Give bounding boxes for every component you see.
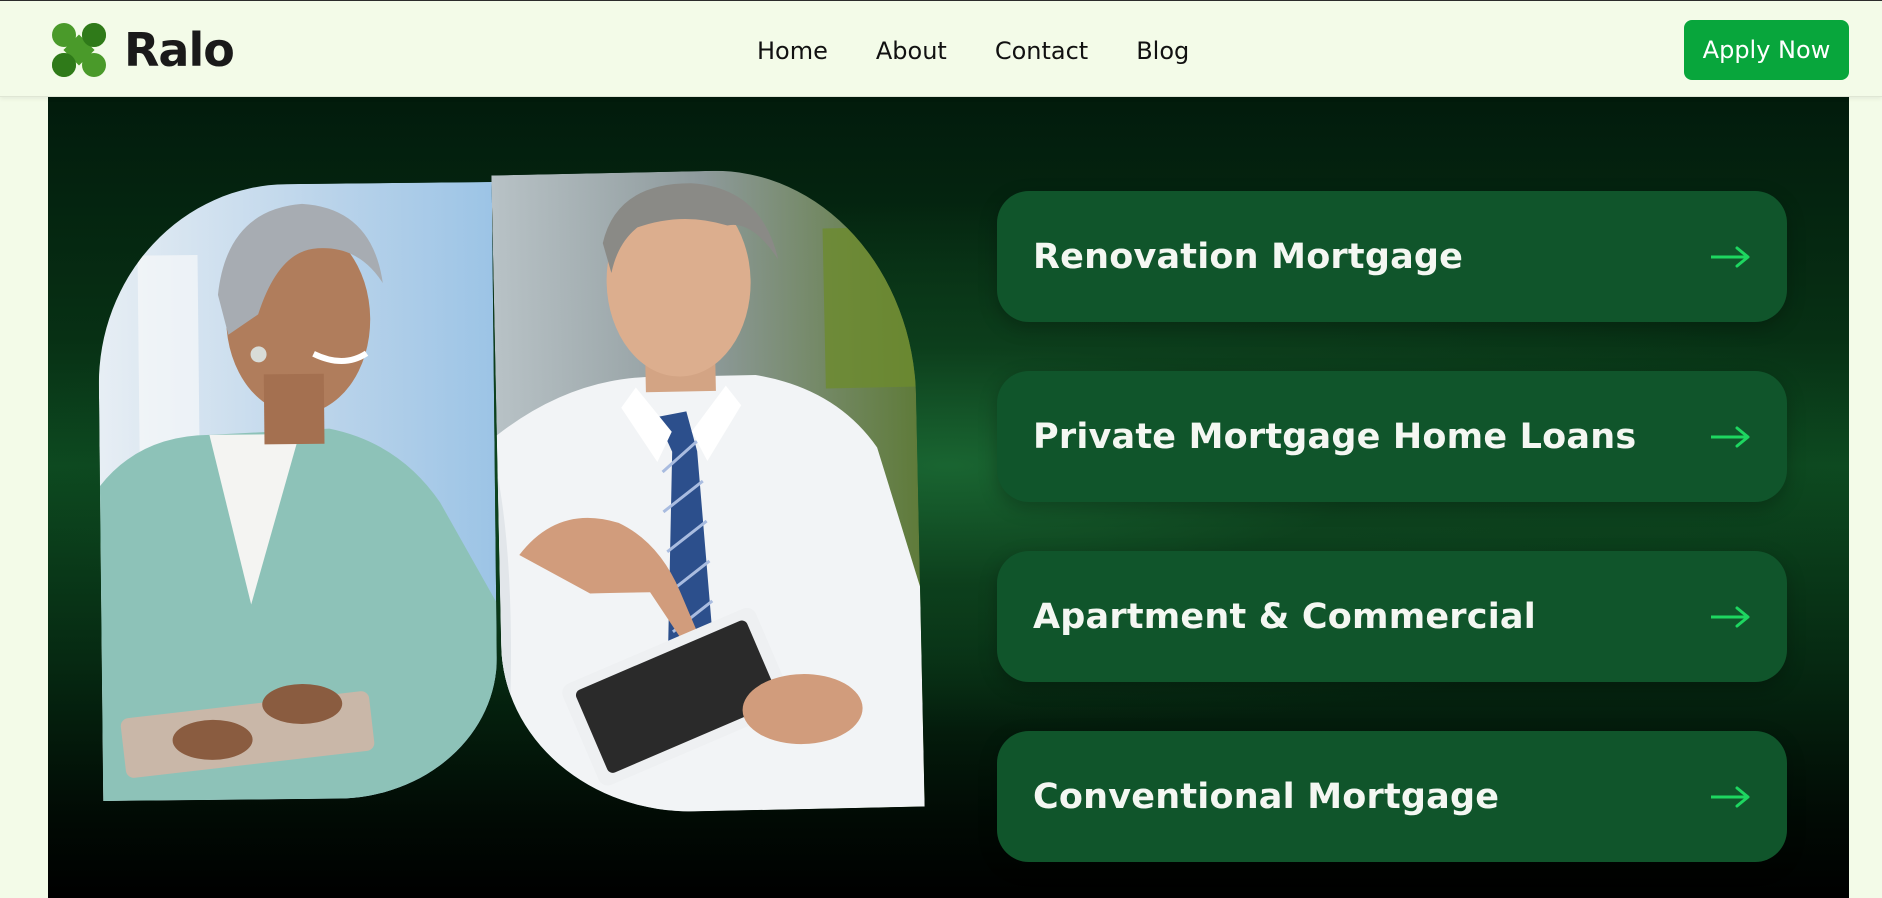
photo-woman bbox=[96, 181, 499, 802]
clover-logo-icon bbox=[52, 23, 106, 77]
service-card-conventional-mortgage[interactable]: Conventional Mortgage bbox=[997, 731, 1787, 862]
service-title: Renovation Mortgage bbox=[1033, 236, 1464, 277]
service-card-renovation-mortgage[interactable]: Renovation Mortgage bbox=[997, 191, 1787, 322]
nav-link-contact[interactable]: Contact bbox=[995, 34, 1088, 68]
main-nav: Home About Contact Blog bbox=[757, 34, 1189, 68]
service-title: Private Mortgage Home Loans bbox=[1033, 416, 1637, 457]
nav-link-about[interactable]: About bbox=[876, 34, 947, 68]
service-title: Apartment & Commercial bbox=[1033, 596, 1536, 637]
nav-link-home[interactable]: Home bbox=[757, 34, 828, 68]
brand-logo[interactable]: Ralo bbox=[48, 19, 235, 81]
site-header: Ralo Home About Contact Blog Apply Now bbox=[0, 0, 1882, 97]
arrow-right-icon bbox=[1711, 246, 1750, 267]
arrow-right-icon bbox=[1711, 606, 1750, 627]
nav-link-blog[interactable]: Blog bbox=[1136, 34, 1189, 68]
apply-now-button[interactable]: Apply Now bbox=[1684, 20, 1849, 80]
arrow-right-icon bbox=[1711, 786, 1750, 807]
service-card-apartment-commercial[interactable]: Apartment & Commercial bbox=[997, 551, 1787, 682]
hero-section: Renovation Mortgage Private Mortgage Hom… bbox=[48, 97, 1849, 898]
service-card-private-mortgage-home-loans[interactable]: Private Mortgage Home Loans bbox=[997, 371, 1787, 502]
photo-man bbox=[491, 166, 925, 816]
service-title: Conventional Mortgage bbox=[1033, 776, 1500, 817]
brand-name: Ralo bbox=[124, 23, 235, 77]
arrow-right-icon bbox=[1711, 426, 1750, 447]
services-list: Renovation Mortgage Private Mortgage Hom… bbox=[997, 191, 1787, 898]
